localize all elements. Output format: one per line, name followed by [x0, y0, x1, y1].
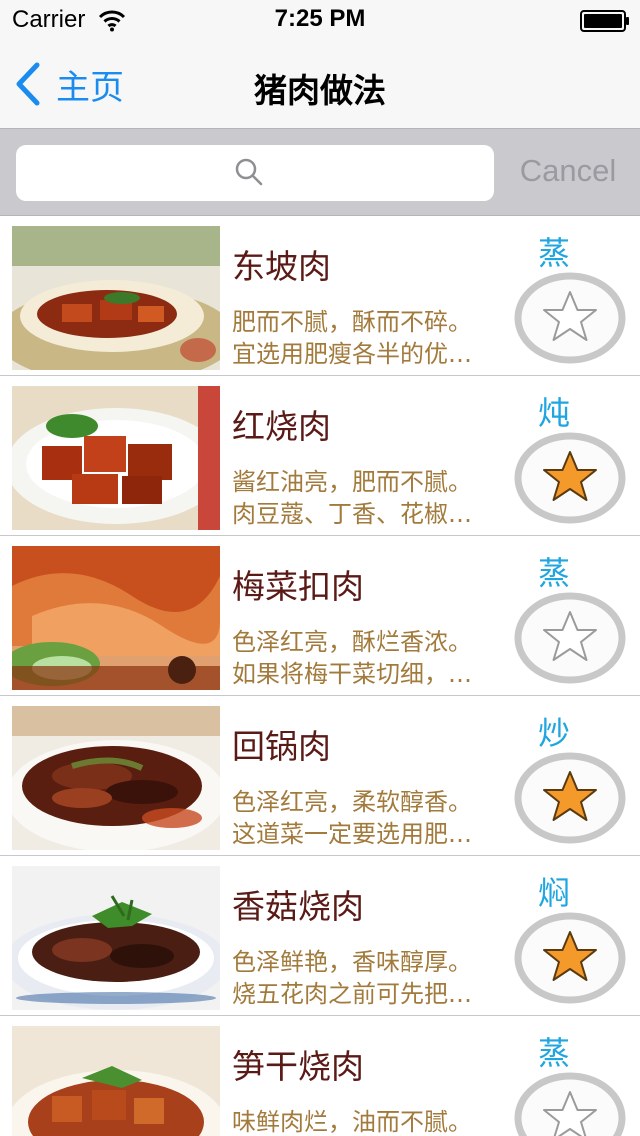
cooking-method: 蒸	[538, 1034, 571, 1072]
dish-description-line1: 肥而不腻，酥而不碎。	[232, 308, 472, 336]
star-outline-icon[interactable]	[514, 592, 626, 684]
list-item[interactable]: 红烧肉 酱红油亮，肥而不腻。 肉豆蔻、丁香、花椒… 炖	[0, 376, 640, 536]
dish-description-line1: 色泽红亮，酥烂香浓。	[232, 628, 472, 656]
cancel-button[interactable]: Cancel	[500, 147, 636, 195]
dish-name: 笋干烧肉	[232, 1047, 364, 1086]
search-bar: Cancel	[0, 128, 640, 216]
dish-name: 东坡肉	[232, 247, 331, 286]
dish-description-line2: 这道菜一定要选用肥…	[232, 820, 472, 848]
dish-name: 回锅肉	[232, 727, 331, 766]
list-item[interactable]: 笋干烧肉 味鲜肉烂，油而不腻。 蒸	[0, 1016, 640, 1136]
cooking-method: 炖	[538, 394, 571, 432]
dish-name: 香菇烧肉	[232, 887, 364, 926]
dish-description-line1: 味鲜肉烂，油而不腻。	[232, 1108, 472, 1136]
dish-name: 红烧肉	[232, 407, 331, 446]
cooking-method: 焖	[538, 874, 571, 912]
recipe-list: 东坡肉 肥而不腻，酥而不碎。 宜选用肥瘦各半的优… 蒸 红烧肉 酱红油亮，肥而不…	[0, 216, 640, 1136]
cooking-method: 蒸	[538, 554, 571, 592]
dish-description-line1: 色泽红亮，柔软醇香。	[232, 788, 472, 816]
dish-photo	[12, 1026, 220, 1136]
star-filled-icon[interactable]	[514, 752, 626, 844]
navigation-bar: 主页 猪肉做法	[0, 40, 640, 128]
dish-description-line2: 如果将梅干菜切细，…	[232, 660, 472, 688]
dish-description-line2: 烧五花肉之前可先把…	[232, 980, 472, 1008]
page-title: 猪肉做法	[254, 71, 386, 110]
list-item[interactable]: 梅菜扣肉 色泽红亮，酥烂香浓。 如果将梅干菜切细，… 蒸	[0, 536, 640, 696]
dish-photo	[12, 386, 220, 530]
dish-photo	[12, 706, 220, 850]
star-filled-icon[interactable]	[514, 912, 626, 1004]
dish-photo	[12, 866, 220, 1010]
star-outline-icon[interactable]	[514, 1072, 626, 1136]
list-item[interactable]: 香菇烧肉 色泽鲜艳，香味醇厚。 烧五花肉之前可先把… 焖	[0, 856, 640, 1016]
dish-description-line2: 宜选用肥瘦各半的优…	[232, 340, 472, 368]
dish-description-line1: 色泽鲜艳，香味醇厚。	[232, 948, 472, 976]
star-outline-icon[interactable]	[514, 272, 626, 364]
status-bar: Carrier 7:25 PM	[0, 0, 640, 40]
cooking-method: 炒	[538, 714, 571, 752]
dish-description-line1: 酱红油亮，肥而不腻。	[232, 468, 472, 496]
battery-icon	[580, 10, 629, 32]
search-input[interactable]	[16, 145, 494, 201]
dish-photo	[12, 546, 220, 690]
dish-photo	[12, 226, 220, 370]
clock: 7:25 PM	[274, 5, 366, 32]
list-item[interactable]: 东坡肉 肥而不腻，酥而不碎。 宜选用肥瘦各半的优… 蒸	[0, 216, 640, 376]
star-filled-icon[interactable]	[514, 432, 626, 524]
dish-name: 梅菜扣肉	[232, 567, 364, 606]
dish-description-line2: 肉豆蔻、丁香、花椒…	[232, 500, 472, 528]
list-item[interactable]: 回锅肉 色泽红亮，柔软醇香。 这道菜一定要选用肥… 炒	[0, 696, 640, 856]
search-icon	[235, 158, 263, 186]
cooking-method: 蒸	[538, 234, 571, 272]
